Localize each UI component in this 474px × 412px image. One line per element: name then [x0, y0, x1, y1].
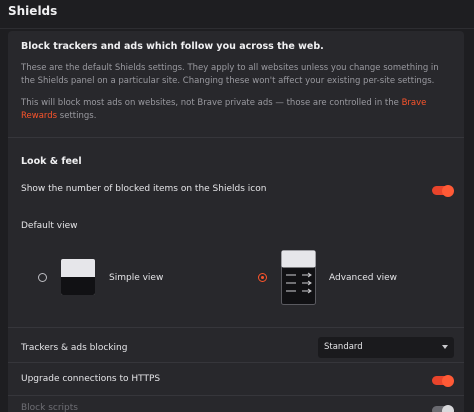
section-divider	[8, 395, 464, 396]
blocked-count-label: Show the number of blocked items on the …	[21, 184, 267, 194]
intro-description: These are the default Shields settings. …	[21, 63, 439, 86]
toggle-knob	[442, 404, 454, 412]
ads-description-text: This will block most ads on websites, no…	[21, 98, 402, 108]
section-divider	[8, 362, 464, 363]
simple-view-radio[interactable]	[38, 273, 47, 282]
toggle-knob	[442, 374, 454, 387]
trackers-blocking-value: Standard	[324, 342, 363, 352]
advanced-view-thumbnail-icon[interactable]	[281, 250, 316, 305]
simple-view-label[interactable]: Simple view	[109, 273, 163, 283]
default-view-label: Default view	[21, 221, 78, 231]
simple-view-thumbnail-icon[interactable]	[61, 259, 95, 295]
block-scripts-label: Block scripts	[21, 403, 78, 412]
https-upgrade-label: Upgrade connections to HTTPS	[21, 374, 161, 384]
trackers-blocking-label: Trackers & ads blocking	[21, 343, 128, 353]
https-upgrade-toggle[interactable]	[432, 374, 454, 387]
advanced-view-label[interactable]: Advanced view	[329, 273, 397, 283]
section-divider	[8, 327, 464, 328]
advanced-view-radio[interactable]	[258, 273, 267, 282]
header-divider	[0, 28, 474, 29]
trackers-blocking-select[interactable]: Standard	[318, 337, 454, 358]
blocked-count-toggle[interactable]	[432, 184, 454, 197]
chevron-down-icon	[442, 345, 448, 349]
block-scripts-toggle[interactable]	[432, 404, 454, 412]
page-title: Shields	[8, 4, 58, 18]
shields-panel: Block trackers and ads which follow you …	[8, 31, 464, 412]
look-feel-heading: Look & feel	[21, 156, 82, 167]
ads-description: This will block most ads on websites, no…	[21, 97, 446, 123]
toggle-knob	[442, 184, 454, 197]
intro-title: Block trackers and ads which follow you …	[21, 41, 324, 52]
section-divider	[8, 137, 464, 138]
shields-settings-page: Shields Block trackers and ads which fol…	[0, 0, 474, 412]
ads-description-suffix: settings.	[57, 111, 97, 121]
